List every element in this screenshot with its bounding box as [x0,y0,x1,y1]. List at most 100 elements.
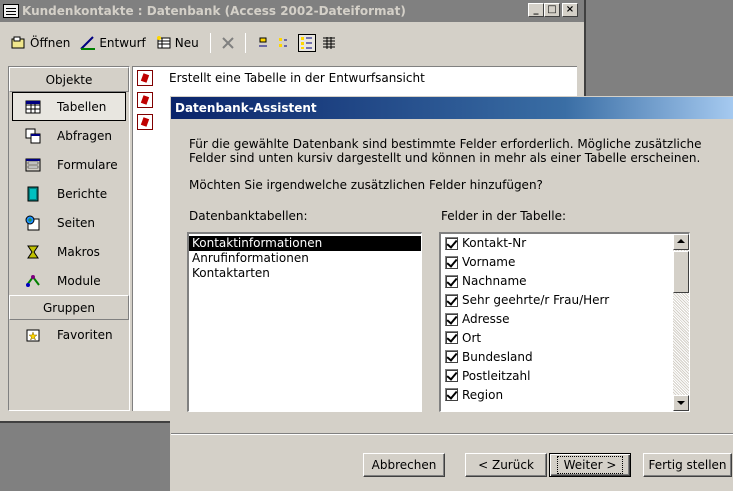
table-list-item[interactable]: Kontaktinformationen [189,236,421,251]
field-list-item[interactable]: Adresse [441,310,689,329]
field-list-item[interactable]: Region [441,385,689,404]
design-button[interactable]: Entwurf [77,34,148,52]
table-list-item[interactable]: Anrufinformationen [189,251,421,266]
wizard-separator [171,433,733,435]
objects-item-queries[interactable]: Abfragen [9,121,129,150]
field-label: Adresse [462,312,510,326]
field-checkbox[interactable] [445,369,458,383]
field-checkbox[interactable] [445,350,458,364]
field-label: Ort [462,330,482,345]
db-window-title: Kundenkontakte : Datenbank (Access 2002-… [22,4,406,18]
field-list-item[interactable]: Ort [441,328,689,347]
details-view-button[interactable] [320,34,338,52]
design-label: Entwurf [99,36,146,50]
toolbar-separator [209,33,211,53]
field-list-item[interactable]: Vorname [441,253,689,272]
favorites-icon [26,329,40,341]
field-label: Nachname [462,274,527,289]
objects-item-label: Formulare [57,157,118,172]
field-checkbox[interactable] [445,236,458,250]
field-checkbox[interactable] [445,312,458,326]
field-list-item[interactable]: Kontakt-Nr [441,234,689,253]
fields-list-label: Felder in der Tabelle: [441,209,567,223]
fields-scrollbar[interactable] [673,234,689,411]
field-list-item[interactable]: Bundesland [441,347,689,366]
list-view-button[interactable] [297,34,316,52]
query-icon [25,128,41,143]
list-item[interactable]: Erstellt eine Tabelle in der Entwurfsans… [133,67,577,89]
field-checkbox[interactable] [445,255,458,269]
field-label: Bundesland [462,349,533,364]
minimize-button[interactable]: _ [528,3,544,17]
objects-item-reports[interactable]: Berichte [9,179,129,208]
scroll-up-button[interactable] [673,234,689,250]
field-checkbox[interactable] [445,388,458,402]
scroll-down-button[interactable] [673,395,689,411]
field-list-item[interactable]: Sehr geehrte/r Frau/Herr [441,291,689,310]
db-toolbar: Öffnen Entwurf Neu [8,30,578,56]
table-icon [25,100,41,113]
new-label: Neu [174,36,199,50]
objects-item-pages[interactable]: Seiten [9,208,129,237]
objects-item-forms[interactable]: Formulare [9,150,129,179]
objects-item-label: Abfragen [57,128,112,143]
scroll-thumb[interactable] [673,251,689,293]
groups-item-label: Favoriten [57,327,113,342]
cancel-button[interactable]: Abbrechen [363,453,445,477]
field-label: Postleitzahl [462,368,531,383]
delete-button[interactable] [219,34,237,52]
objects-item-label: Makros [57,244,100,259]
close-button[interactable]: × [562,3,578,17]
objects-item-label: Berichte [57,186,108,201]
field-checkbox[interactable] [445,274,458,288]
cancel-button-label: Abbrechen [371,458,437,472]
field-label: Sehr geehrte/r Frau/Herr [462,293,610,308]
small-icons-view-icon [278,38,287,47]
delete-icon [222,37,234,49]
groups-item-favorites[interactable]: Favoriten [9,320,129,349]
objects-item-tables[interactable]: Tabellen [12,92,126,121]
objects-item-modules[interactable]: Module [9,266,129,295]
report-icon [27,186,39,201]
fields-listbox[interactable]: Kontakt-Nr Vorname Nachname Sehr geehrte… [439,232,690,412]
design-icon [80,36,96,50]
large-icons-view-button[interactable] [254,34,272,52]
field-checkbox[interactable] [445,293,458,307]
field-checkbox[interactable] [445,331,458,345]
field-list-item[interactable]: Nachname [441,272,689,291]
small-icons-view-button[interactable] [276,34,294,52]
details-view-icon [322,37,335,49]
field-list-item[interactable]: Postleitzahl [441,366,689,385]
objects-item-macros[interactable]: Makros [9,237,129,266]
macro-icon [27,245,39,258]
new-button[interactable]: Neu [153,34,202,52]
large-icons-view-icon [258,37,267,47]
tables-listbox[interactable]: Kontaktinformationen Anrufinformationen … [187,232,422,412]
objects-item-label: Module [57,273,101,288]
finish-button[interactable]: Fertig stellen [643,453,732,477]
next-button[interactable]: Weiter > [549,453,631,477]
database-wizard-dialog: Datenbank-Assistent Für die gewählte Dat… [170,96,733,491]
db-window-titlebar[interactable]: Kundenkontakte : Datenbank (Access 2002-… [0,0,584,22]
page-icon [25,215,40,230]
back-button-label: < Zurück [478,458,534,472]
field-label: Kontakt-Nr [462,236,527,251]
toolbar-separator [244,33,246,53]
open-button[interactable]: Öffnen [8,34,73,52]
field-label: Vorname [462,255,516,270]
finish-button-label: Fertig stellen [648,458,727,472]
objects-item-label: Seiten [57,215,96,230]
form-icon [25,158,41,171]
wizard-titlebar[interactable]: Datenbank-Assistent [171,97,733,119]
open-icon [11,36,25,49]
groups-header[interactable]: Gruppen [9,295,129,320]
new-icon [156,36,171,49]
objects-item-label: Tabellen [57,99,107,114]
table-list-item[interactable]: Kontaktarten [189,266,421,281]
field-label: Region [462,387,504,402]
back-button[interactable]: < Zurück [465,453,547,477]
maximize-button[interactable]: □ [544,3,560,17]
objects-header[interactable]: Objekte [9,67,129,92]
wizard-icon [137,114,153,130]
list-item-label: Erstellt eine Tabelle in der Entwurfsans… [169,71,425,85]
